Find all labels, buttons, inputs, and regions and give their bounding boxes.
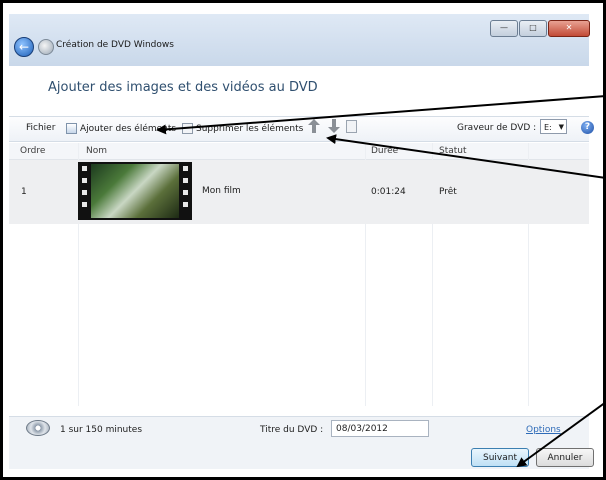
options-link[interactable]: Options	[526, 425, 561, 435]
close-button[interactable]: ✕	[548, 20, 590, 37]
chevron-down-icon: ▼	[558, 123, 564, 131]
row-duration: 0:01:24	[371, 187, 406, 197]
window-controls: — □ ✕	[490, 20, 590, 37]
remove-items-label: Supprimer les éléments	[196, 124, 304, 134]
add-items-button[interactable]: Ajouter des éléments	[66, 123, 176, 134]
next-button[interactable]: Suivant	[471, 448, 529, 467]
cancel-button[interactable]: Annuler	[536, 448, 594, 467]
remove-items-button[interactable]: Supprimer les éléments	[182, 123, 303, 134]
film-sprocket	[82, 190, 87, 195]
move-down-arrow-icon[interactable]	[328, 119, 340, 133]
add-items-icon	[66, 123, 77, 134]
dvd-title-input[interactable]: 08/03/2012	[331, 420, 429, 437]
dvd-burner-label: Graveur de DVD :	[457, 123, 537, 133]
row-order: 1	[21, 187, 27, 197]
add-items-label: Ajouter des éléments	[80, 124, 177, 134]
column-header-order[interactable]: Ordre	[20, 146, 45, 156]
film-sprocket	[183, 190, 188, 195]
move-up-arrow-icon[interactable]	[308, 119, 320, 133]
dvd-disc-icon	[26, 420, 50, 436]
dvd-maker-app-icon	[38, 39, 54, 55]
dvd-burner-value: E:	[544, 123, 552, 132]
file-menu[interactable]: Fichier	[26, 123, 55, 133]
dvd-title-label: Titre du DVD :	[260, 425, 324, 435]
row-status: Prêt	[439, 187, 457, 197]
column-header-duration[interactable]: Durée	[371, 146, 398, 156]
remove-items-icon	[182, 123, 193, 134]
film-sprocket	[183, 202, 188, 207]
film-sprocket	[82, 166, 87, 171]
column-header-status[interactable]: Statut	[439, 146, 467, 156]
properties-icon[interactable]	[346, 120, 357, 133]
row-name: Mon film	[202, 186, 241, 196]
dvd-burner-select[interactable]: E: ▼	[540, 119, 567, 134]
minimize-button[interactable]: —	[490, 20, 518, 37]
video-thumbnail	[78, 162, 192, 220]
film-sprocket	[82, 202, 87, 207]
help-icon[interactable]: ?	[581, 121, 594, 134]
page-title: Ajouter des images et des vidéos au DVD	[48, 80, 318, 95]
window-title: Création de DVD Windows	[56, 40, 174, 50]
column-header-name[interactable]: Nom	[86, 146, 107, 156]
video-preview-image	[91, 164, 179, 218]
maximize-button[interactable]: □	[519, 20, 547, 37]
film-sprocket	[183, 166, 188, 171]
film-sprocket	[183, 178, 188, 183]
film-sprocket	[82, 178, 87, 183]
disc-usage: 1 sur 150 minutes	[60, 425, 143, 435]
back-arrow-icon[interactable]: ←	[14, 37, 34, 57]
